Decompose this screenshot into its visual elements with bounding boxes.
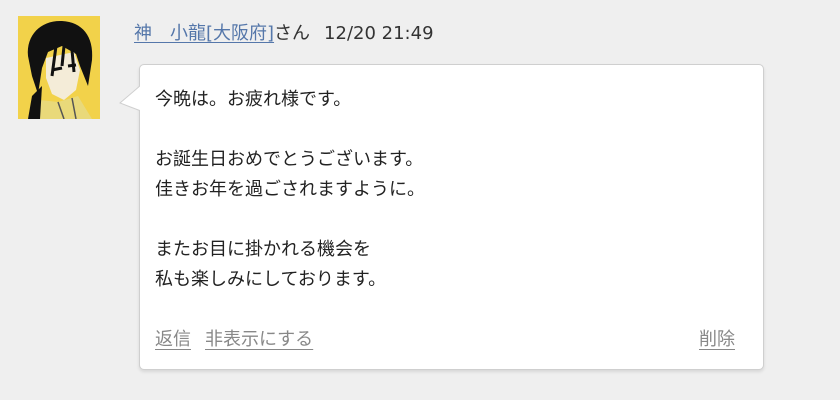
reply-link[interactable]: 返信 [155, 329, 191, 350]
message-line: 今晩は。お疲れ様です。 [155, 89, 352, 110]
hide-link[interactable]: 非表示にする [205, 329, 313, 350]
comment-actions: 返信 非表示にする 削除 [155, 327, 735, 353]
message-line [155, 205, 425, 235]
comment-bubble: 今晩は。お疲れ様です。 お誕生日おめでとうございます。 佳きお年を過ごされますよ… [119, 64, 764, 370]
user-name-suffix: さん [274, 23, 311, 44]
message-line: 佳きお年を過ごされますように。 [155, 179, 425, 200]
avatar-illustration [18, 16, 100, 119]
comment-timestamp: 12/20 21:49 [324, 23, 434, 44]
user-name-link[interactable]: 神 小龍[大阪府] [134, 23, 274, 44]
comment-message: 今晩は。お疲れ様です。 お誕生日おめでとうございます。 佳きお年を過ごされますよ… [155, 85, 425, 295]
message-line: またお目に掛かれる機会を [155, 239, 371, 260]
message-line: 私も楽しみにしております。 [155, 269, 387, 290]
message-line: お誕生日おめでとうございます。 [155, 149, 424, 170]
delete-link[interactable]: 削除 [699, 327, 735, 353]
comment-header: 神 小龍[大阪府]さん 12/20 21:49 [134, 22, 434, 46]
user-avatar[interactable] [18, 16, 100, 119]
bubble-tail [119, 83, 142, 113]
message-line [155, 115, 425, 145]
